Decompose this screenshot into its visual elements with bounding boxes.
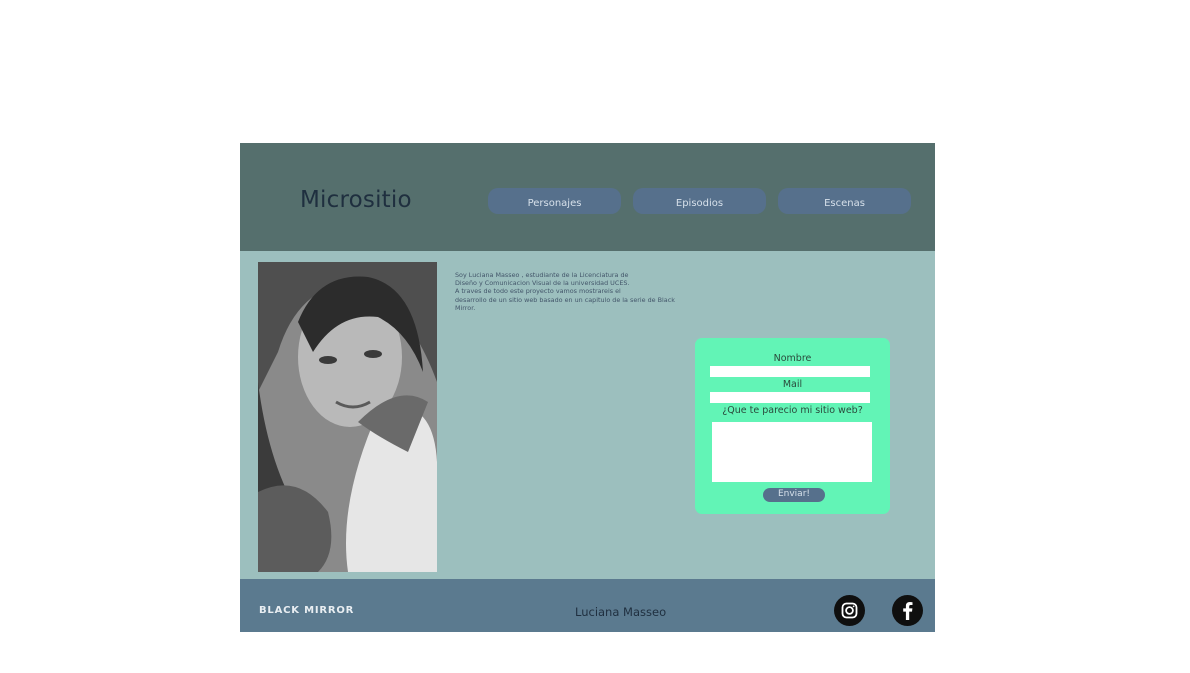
bio-line: Mirror. — [455, 303, 476, 312]
facebook-link[interactable] — [892, 595, 923, 626]
author-name: Luciana Masseo — [575, 605, 667, 619]
header: Micrositio Personajes Episodios Escenas — [240, 143, 935, 251]
footer: BLACK MIRROR Luciana Masseo — [240, 579, 935, 632]
nav-escenas-button[interactable]: Escenas — [778, 188, 911, 214]
page-frame: Micrositio Personajes Episodios Escenas … — [240, 143, 935, 632]
name-label: Nombre — [773, 353, 812, 364]
comment-label: ¿Que te parecio mi sitio web? — [722, 405, 863, 416]
facebook-icon — [903, 602, 913, 620]
instagram-link[interactable] — [834, 595, 865, 626]
nav-episodios-button[interactable]: Episodios — [633, 188, 766, 214]
nav-personajes-button[interactable]: Personajes — [488, 188, 621, 214]
mail-label: Mail — [782, 379, 803, 390]
contact-form: Nombre Mail ¿Que te parecio mi sitio web… — [695, 338, 890, 514]
comment-textarea[interactable] — [712, 422, 872, 482]
profile-photo — [258, 262, 437, 572]
bio-line: Diseño y Comunicacion Visual de la unive… — [455, 279, 630, 288]
submit-button[interactable]: Enviar! — [763, 488, 825, 502]
profile-photo-illustration — [258, 262, 437, 572]
bio-line: A traves de todo este proyecto vamos mos… — [455, 287, 621, 296]
bio-text: Soy Luciana Masseo , estudiante de la Li… — [455, 271, 705, 312]
site-title: Micrositio — [300, 187, 412, 213]
name-input[interactable] — [710, 366, 870, 377]
instagram-icon — [841, 602, 858, 619]
black-mirror-logo: BLACK MIRROR — [259, 605, 355, 616]
mail-input[interactable] — [710, 392, 870, 403]
bio-line: desarrollo de un sitio web basado en un … — [455, 295, 675, 304]
bio-line: Soy Luciana Masseo , estudiante de la Li… — [455, 271, 629, 279]
